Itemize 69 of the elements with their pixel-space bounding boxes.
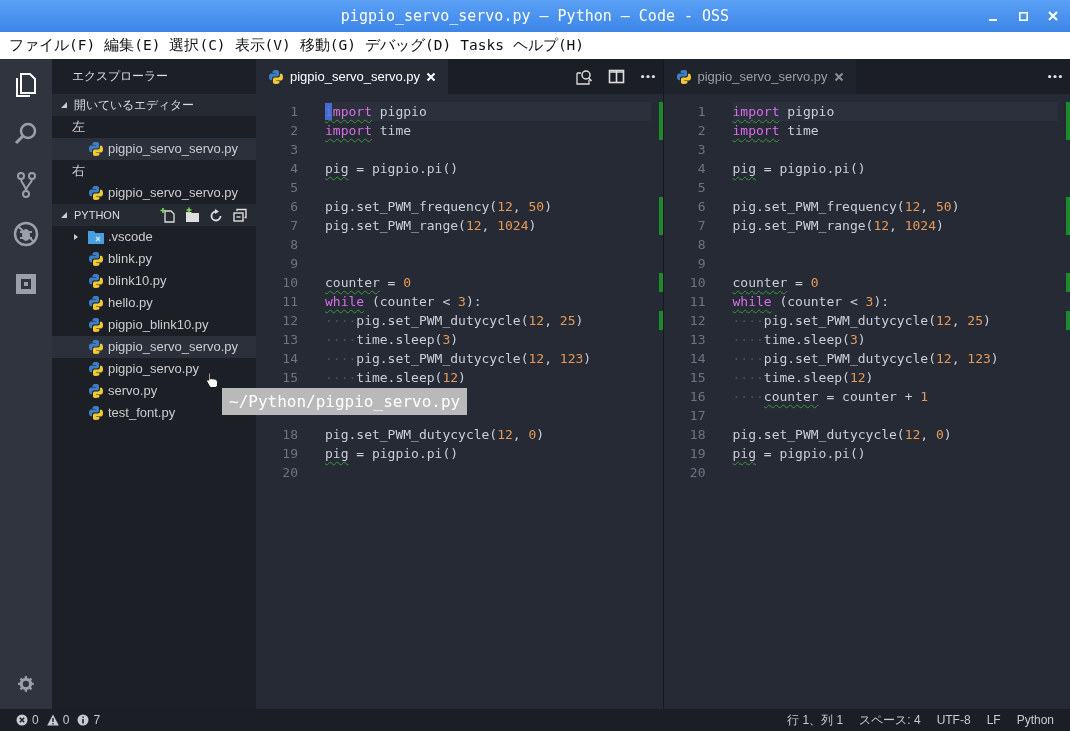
code-line: ····pig.set_PWM_dutycycle(12, 123) bbox=[325, 351, 592, 366]
line-number: 7 bbox=[289, 217, 298, 235]
code-line: while (counter < 3): bbox=[732, 294, 890, 309]
code-line: ····time.sleep(12) bbox=[325, 370, 466, 385]
code-line: counter = 0 bbox=[732, 275, 819, 290]
line-number: 3 bbox=[289, 141, 298, 159]
code-line: import time bbox=[732, 123, 819, 138]
line-number: 20 bbox=[688, 464, 706, 482]
line-number: 17 bbox=[688, 407, 706, 425]
line-number: 15 bbox=[688, 369, 706, 387]
code-line: pig.set_PWM_dutycycle(12, 0) bbox=[325, 427, 545, 442]
line-number: 4 bbox=[289, 160, 298, 178]
line-number: 4 bbox=[696, 160, 706, 178]
code-line: ····counter = counter + 1 bbox=[732, 389, 929, 404]
line-number: 10 bbox=[281, 274, 298, 292]
line-number: 1 bbox=[289, 103, 298, 121]
code-line: import pigpio bbox=[732, 104, 835, 119]
tooltip: ~/Python/pigpio_servo.py bbox=[222, 388, 468, 415]
group-label: 左 bbox=[71, 118, 85, 137]
line-number: 10 bbox=[688, 274, 706, 292]
line-number: 19 bbox=[688, 445, 706, 463]
code-line: pig.set_PWM_range(12, 1024) bbox=[325, 218, 537, 233]
line-number: 9 bbox=[289, 255, 298, 273]
code-line: ····pig.set_PWM_dutycycle(12, 123) bbox=[732, 351, 999, 366]
code-line: pig.set_PWM_frequency(12, 50) bbox=[325, 199, 552, 214]
line-number: 11 bbox=[688, 293, 706, 311]
line-number: 1 bbox=[696, 103, 706, 121]
line-number: 6 bbox=[289, 198, 298, 216]
line-number: 6 bbox=[696, 198, 706, 216]
window-title: pigpio_servo_servo.py — Python — Code - OSS bbox=[340, 5, 730, 27]
line-number: 13 bbox=[281, 331, 298, 349]
code-line: import time bbox=[325, 123, 412, 138]
line-number: 14 bbox=[688, 350, 706, 368]
line-number: 3 bbox=[696, 141, 706, 159]
code-line: ····time.sleep(12) bbox=[732, 370, 874, 385]
line-number: 9 bbox=[696, 255, 706, 273]
code-line: ····pig.set_PWM_dutycycle(12, 25) bbox=[325, 313, 584, 328]
line-number: 11 bbox=[281, 293, 298, 311]
code-line: pig = pigpio.pi() bbox=[732, 446, 866, 461]
line-number: 2 bbox=[696, 122, 706, 140]
line-number: 18 bbox=[688, 426, 706, 444]
line-number: 20 bbox=[281, 464, 298, 482]
code-line: pig = pigpio.pi() bbox=[325, 446, 459, 461]
line-number: 14 bbox=[281, 350, 298, 368]
code-line: ····time.sleep(3) bbox=[325, 332, 459, 347]
line-number: 16 bbox=[688, 388, 706, 406]
line-number: 7 bbox=[696, 217, 706, 235]
line-number: 15 bbox=[281, 369, 298, 387]
line-number: 2 bbox=[289, 122, 298, 140]
code-line: counter = 0 bbox=[325, 275, 412, 290]
line-number: 12 bbox=[281, 312, 298, 330]
line-number: 13 bbox=[688, 331, 706, 349]
code-line: ····pig.set_PWM_dutycycle(12, 25) bbox=[732, 313, 991, 328]
group-label: 右 bbox=[71, 162, 85, 181]
line-number: 18 bbox=[281, 426, 298, 444]
code-line: pig = pigpio.pi() bbox=[732, 161, 866, 176]
code-line: pig = pigpio.pi() bbox=[325, 161, 459, 176]
line-number: 12 bbox=[688, 312, 706, 330]
code-line: pig.set_PWM_dutycycle(12, 0) bbox=[732, 427, 952, 442]
line-number: 5 bbox=[696, 179, 706, 197]
code-line: pig.set_PWM_range(12, 1024) bbox=[732, 218, 944, 233]
code-line: while (counter < 3): bbox=[325, 294, 482, 309]
line-number: 8 bbox=[696, 236, 706, 254]
line-number: 5 bbox=[289, 179, 298, 197]
sidebar-title: エクスプローラー bbox=[71, 68, 169, 85]
code-line: ····time.sleep(3) bbox=[732, 332, 866, 347]
line-number: 19 bbox=[281, 445, 298, 463]
code-line: pig.set_PWM_frequency(12, 50) bbox=[732, 199, 960, 214]
line-number: 8 bbox=[289, 236, 298, 254]
